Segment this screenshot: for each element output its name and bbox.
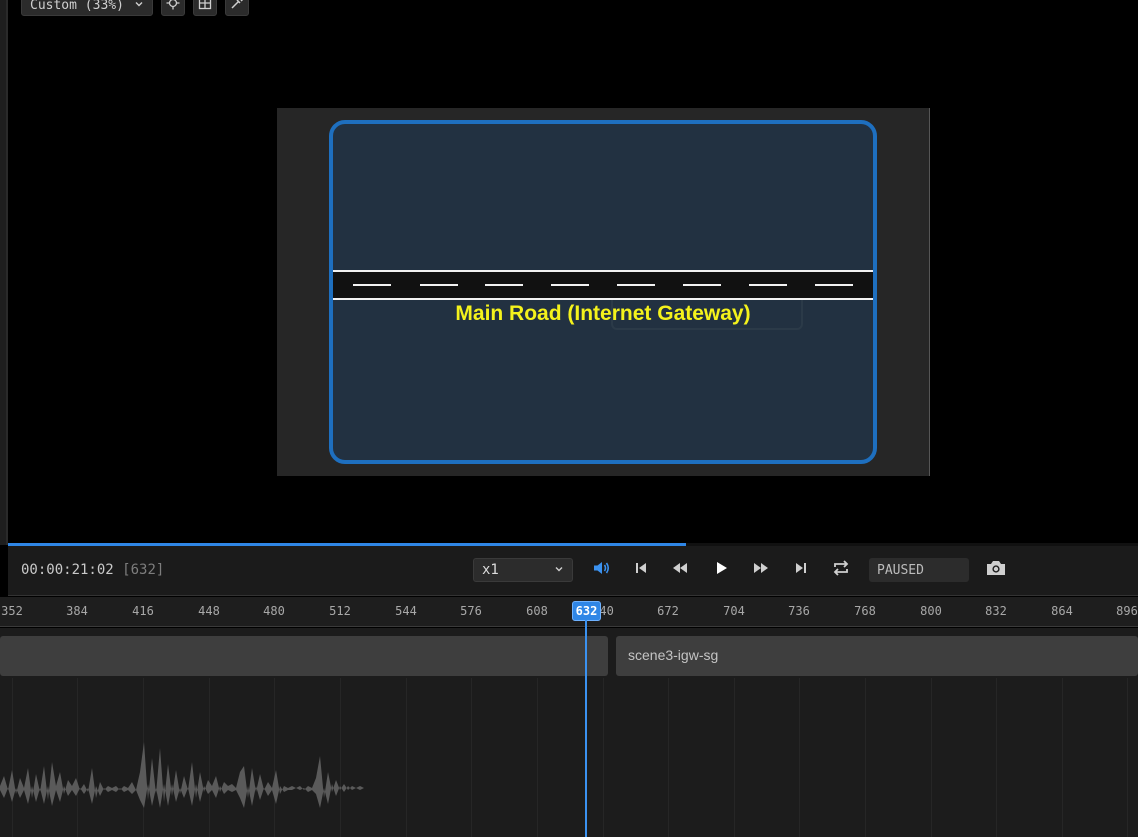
- skip-forward-icon: [793, 560, 809, 580]
- playback-controls: 00:00:21:02 [632] x1 PAUSED: [8, 546, 1138, 596]
- road-dash: [551, 284, 589, 286]
- road-label: Main Road (Internet Gateway): [455, 302, 751, 325]
- clip-scene3-igw-sg[interactable]: scene3-igw-sg: [616, 636, 1138, 676]
- ruler-tick: 384: [66, 604, 88, 618]
- road-dash: [485, 284, 523, 286]
- ruler-tick: 512: [329, 604, 351, 618]
- zoom-select[interactable]: Custom (33%): [21, 0, 153, 16]
- ruler-tick: 416: [132, 604, 154, 618]
- ruler-tick: 832: [985, 604, 1007, 618]
- clip-previous-scene[interactable]: [0, 636, 608, 676]
- road-dash: [749, 284, 787, 286]
- play-button[interactable]: [709, 558, 733, 582]
- grid-button[interactable]: [193, 0, 217, 16]
- grid-line: [406, 678, 407, 837]
- timeline-tracks: scene3-igw-sg: [0, 628, 1138, 837]
- ruler-tick: 480: [263, 604, 285, 618]
- play-icon: [713, 560, 729, 580]
- speed-select[interactable]: x1: [473, 558, 573, 582]
- volume-button[interactable]: [589, 558, 613, 582]
- skip-back-icon: [633, 560, 649, 580]
- zoom-label: Custom (33%): [30, 0, 124, 13]
- timecode-value: 00:00:21:02: [21, 562, 114, 578]
- grid-line: [537, 678, 538, 837]
- ruler-tick: 864: [1051, 604, 1073, 618]
- road-dash: [683, 284, 721, 286]
- fast-forward-button[interactable]: [749, 558, 773, 582]
- skip-to-start-button[interactable]: [629, 558, 653, 582]
- playhead-handle[interactable]: 632: [572, 601, 601, 621]
- timeline-ruler[interactable]: 352 384 416 448 480 512 544 576 608 640 …: [0, 597, 1138, 627]
- grid-line: [1127, 678, 1128, 837]
- grid-line: [668, 678, 669, 837]
- fast-forward-icon: [752, 560, 770, 580]
- crosshair-icon: [166, 0, 180, 14]
- left-panel-edge: [0, 0, 8, 545]
- screenshot-button[interactable]: [984, 558, 1008, 582]
- loop-button[interactable]: [829, 558, 853, 582]
- speed-value: x1: [482, 562, 499, 578]
- eyedropper-button[interactable]: [225, 0, 249, 16]
- main-road: [333, 270, 873, 300]
- ruler-tick: 576: [460, 604, 482, 618]
- ruler-tick: 704: [723, 604, 745, 618]
- grid-line: [734, 678, 735, 837]
- grid-line: [1062, 678, 1063, 837]
- grid-icon: [198, 0, 212, 14]
- grid-line: [996, 678, 997, 837]
- volume-icon: [591, 558, 611, 582]
- grid-line: [799, 678, 800, 837]
- grid-line: [471, 678, 472, 837]
- grid-line: [931, 678, 932, 837]
- ruler-tick: 800: [920, 604, 942, 618]
- frame-number: [632]: [122, 562, 165, 578]
- clip-label: scene3-igw-sg: [628, 647, 719, 663]
- center-button[interactable]: [161, 0, 185, 16]
- road-dash: [353, 284, 391, 286]
- ruler-tick: 736: [788, 604, 810, 618]
- skip-to-end-button[interactable]: [789, 558, 813, 582]
- rewind-icon: [671, 560, 689, 580]
- playhead-line: [585, 620, 587, 837]
- vpc-box: Main Road (Internet Gateway): [329, 120, 877, 464]
- chevron-down-icon: [554, 562, 564, 578]
- ruler-tick: 544: [395, 604, 417, 618]
- road-dash: [815, 284, 853, 286]
- eyedropper-icon: [230, 0, 244, 14]
- viewer-toolbar: Custom (33%): [21, 0, 249, 16]
- status-badge: PAUSED: [869, 558, 969, 582]
- ruler-tick: 896: [1116, 604, 1138, 618]
- timecode: 00:00:21:02 [632]: [21, 562, 164, 578]
- road-dash: [420, 284, 458, 286]
- ruler-tick: 352: [1, 604, 23, 618]
- loop-icon: [831, 559, 851, 581]
- grid-line: [603, 678, 604, 837]
- ruler-tick: 672: [657, 604, 679, 618]
- grid-line: [865, 678, 866, 837]
- chevron-down-icon: [134, 0, 144, 13]
- road-dash: [617, 284, 655, 286]
- ruler-tick: 448: [198, 604, 220, 618]
- audio-waveform[interactable]: [0, 728, 380, 808]
- rewind-button[interactable]: [668, 558, 692, 582]
- camera-icon: [985, 559, 1007, 581]
- ruler-tick: 768: [854, 604, 876, 618]
- preview-canvas[interactable]: Main Road (Internet Gateway): [277, 108, 930, 476]
- ruler-tick: 608: [526, 604, 548, 618]
